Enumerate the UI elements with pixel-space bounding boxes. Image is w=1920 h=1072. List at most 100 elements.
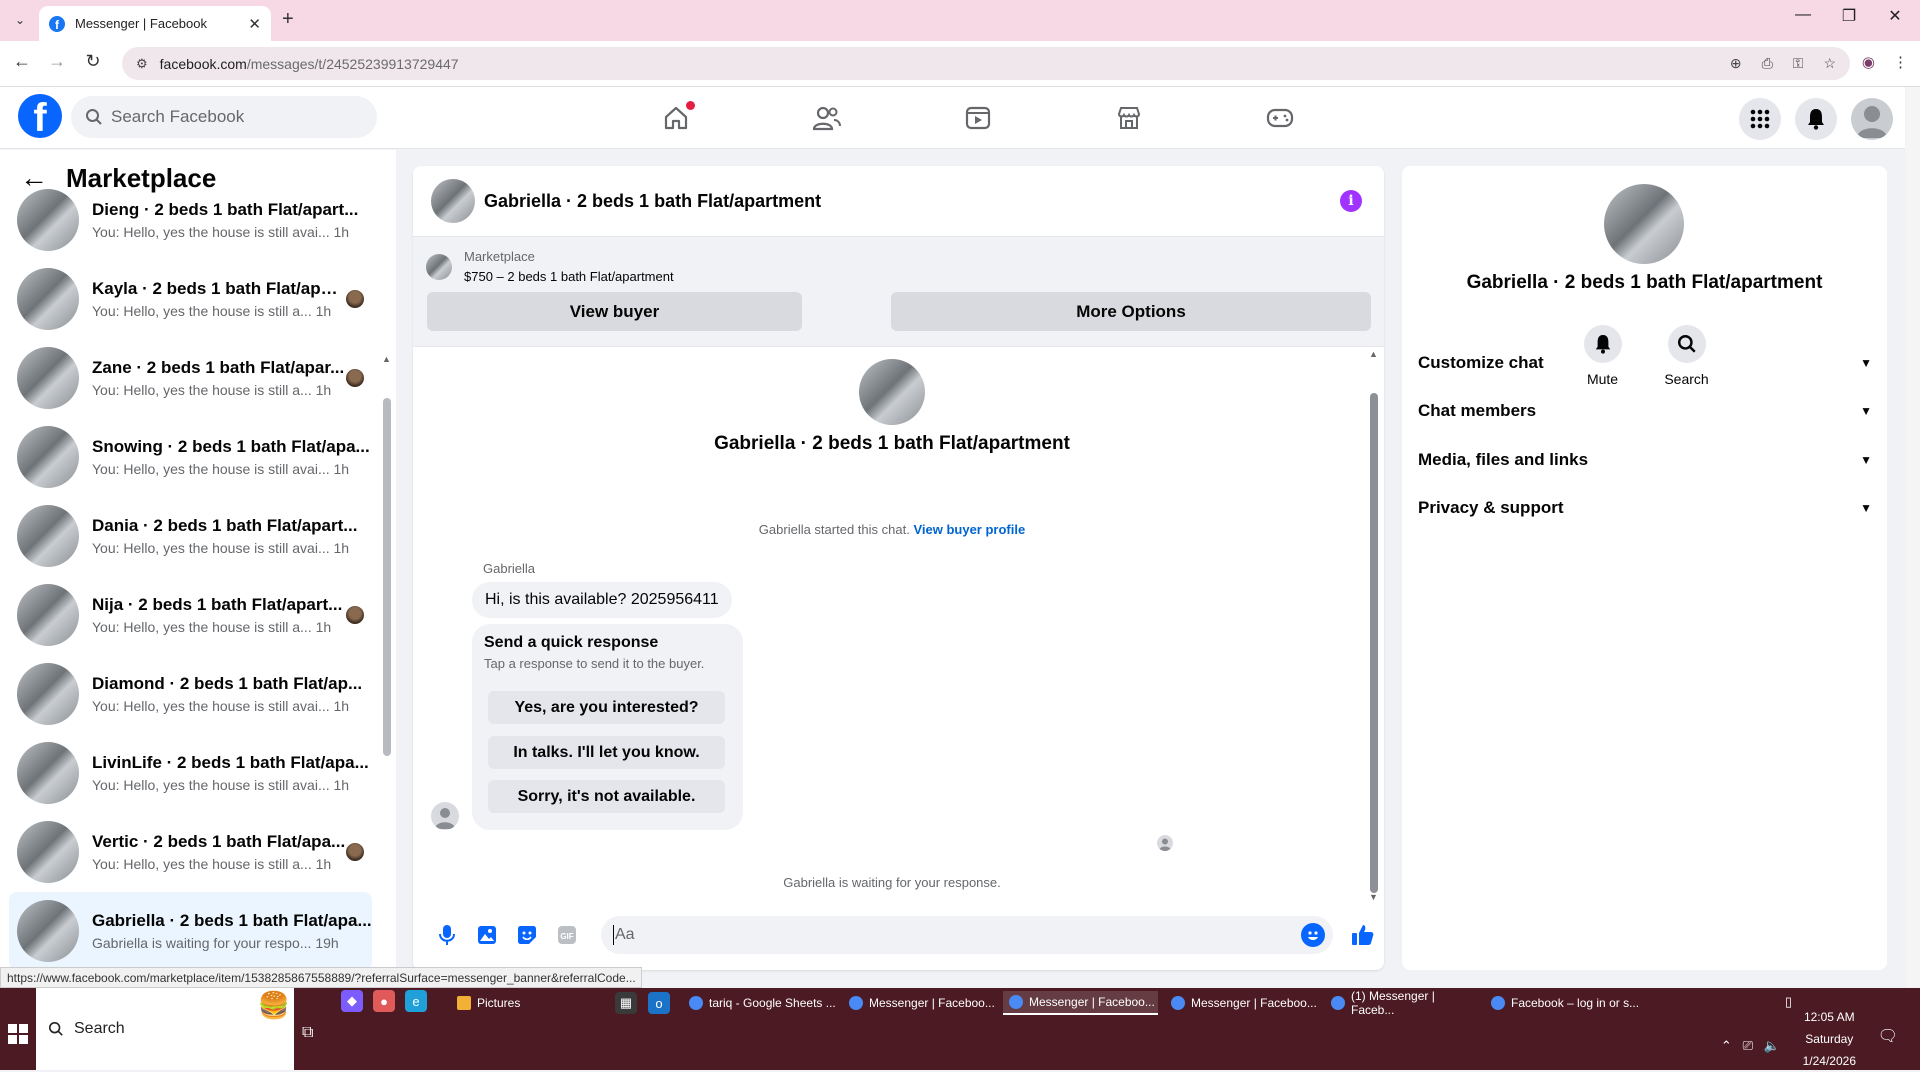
bookmark-star-icon[interactable]: ☆	[1823, 55, 1836, 72]
listing-thumbnail	[17, 663, 79, 725]
page-scrollbar[interactable]	[1906, 87, 1920, 987]
store-icon[interactable]: ▦	[615, 992, 637, 1014]
conversation-item[interactable]: Dania · 2 beds 1 bath Flat/apart... You: …	[9, 497, 372, 575]
outlook-icon[interactable]: o	[648, 992, 670, 1014]
attach-photo-button[interactable]	[467, 917, 507, 953]
browser-tab[interactable]: f Messenger | Facebook ✕	[39, 6, 271, 41]
system-tray[interactable]: ⌃ ⎚ 🔈	[1721, 1038, 1780, 1054]
chat-members-section[interactable]: Chat members ▼	[1418, 401, 1872, 421]
copilot-icon[interactable]: ◆	[341, 990, 363, 1012]
emoji-button[interactable]	[1301, 923, 1325, 947]
conversation-name: Diamond · 2 beds 1 bath Flat/ap...	[92, 674, 363, 693]
taskbar-app-label: Messenger | Faceboo...	[869, 996, 995, 1010]
notification-center-icon[interactable]: 🗨	[1878, 1026, 1898, 1046]
taskbar-app[interactable]: tariq - Google Sheets ...	[683, 991, 838, 1015]
forward-button[interactable]: →	[44, 51, 70, 72]
listing-thumbnail	[17, 347, 79, 409]
taskbar-search[interactable]: Search 🍔	[36, 988, 294, 1070]
menu-kebab-icon[interactable]: ⋮	[1893, 53, 1908, 71]
quick-response-card: Send a quick response Tap a response to …	[472, 624, 743, 830]
emoji-icon	[1308, 931, 1318, 940]
conversation-item[interactable]: Kayla · 2 beds 1 bath Flat/apar... You: H…	[9, 260, 372, 338]
task-view-icon[interactable]: ⧉	[302, 1024, 313, 1042]
conversation-item[interactable]: Vertic · 2 beds 1 bath Flat/apa... You: H…	[9, 813, 372, 891]
facebook-search-input[interactable]: Search Facebook	[71, 96, 377, 138]
back-button[interactable]: ←	[9, 51, 35, 72]
install-app-icon[interactable]: ⎙	[1762, 55, 1773, 72]
privacy-support-section[interactable]: Privacy & support ▼	[1418, 498, 1872, 518]
taskbar-app[interactable]: (1) Messenger | Faceb...	[1325, 989, 1480, 1017]
menu-button[interactable]	[1739, 98, 1781, 140]
taskbar-app[interactable]: Pictures	[451, 991, 599, 1015]
start-button[interactable]	[8, 1024, 28, 1044]
details-thumbnail[interactable]	[1604, 184, 1684, 264]
conversation-info-icon[interactable]: i	[1340, 190, 1362, 212]
chat-title[interactable]: Gabriella · 2 beds 1 bath Flat/apartment	[484, 191, 821, 212]
tab-search-dropdown[interactable]: ⌄	[7, 8, 33, 32]
conversation-item[interactable]: Snowing · 2 beds 1 bath Flat/apa... You: …	[9, 418, 372, 496]
voice-clip-button[interactable]	[427, 917, 467, 953]
mute-label: Mute	[1586, 371, 1619, 387]
media-files-links-section[interactable]: Media, files and links ▼	[1418, 450, 1872, 470]
conversation-item[interactable]: Diamond · 2 beds 1 bath Flat/ap... You: H…	[9, 655, 372, 733]
close-window-button[interactable]: ✕	[1872, 6, 1918, 26]
restore-button[interactable]: ❐	[1826, 6, 1872, 26]
conversation-item[interactable]: Dieng · 2 beds 1 bath Flat/apart... You: …	[9, 181, 372, 259]
edge-icon[interactable]: e	[405, 990, 427, 1012]
notifications-button[interactable]	[1795, 98, 1837, 140]
url-path: /messages/t/24525239913729447	[246, 55, 459, 72]
taskbar-app-active[interactable]: Messenger | Faceboo...	[1003, 991, 1158, 1015]
quick-response-option[interactable]: Yes, are you interested?	[488, 691, 725, 724]
message-input[interactable]: Aa	[601, 916, 1333, 954]
minimize-button[interactable]: —	[1780, 6, 1826, 24]
chat-scroll-up[interactable]: ▲	[1369, 349, 1378, 359]
nav-home[interactable]	[600, 87, 751, 149]
sidebar-scroll-up[interactable]: ▲	[382, 354, 391, 364]
details-title: Gabriella · 2 beds 1 bath Flat/apartment	[1466, 272, 1823, 293]
listing-price-title[interactable]: $750 – 2 beds 1 bath Flat/apartment	[464, 267, 674, 287]
conversation-item-active[interactable]: Gabriella · 2 beds 1 bath Flat/apa... Gab…	[9, 892, 372, 970]
chat-scrollbar[interactable]	[1370, 393, 1378, 893]
close-tab-icon[interactable]: ✕	[248, 15, 261, 33]
sender-avatar[interactable]	[431, 802, 459, 830]
taskbar-app[interactable]: Messenger | Faceboo...	[843, 991, 998, 1015]
facebook-logo-icon[interactable]: f	[18, 94, 62, 138]
listing-thumbnail[interactable]	[426, 254, 452, 280]
nav-video[interactable]	[902, 87, 1053, 149]
customize-chat-section[interactable]: Customize chat ▼	[1418, 353, 1872, 373]
view-buyer-button[interactable]: View buyer	[427, 292, 802, 331]
pinned-app-icon[interactable]: ●	[373, 990, 395, 1012]
taskbar-app[interactable]: Messenger | Faceboo...	[1165, 991, 1320, 1015]
nav-gaming[interactable]	[1204, 87, 1355, 149]
chat-thumbnail[interactable]	[431, 179, 475, 223]
phone-link-icon[interactable]: ▯	[1785, 994, 1792, 1010]
conversation-name: Vertic · 2 beds 1 bath Flat/apa...	[92, 832, 346, 851]
conversation-item[interactable]: LivinLife · 2 beds 1 bath Flat/apa... You…	[9, 734, 372, 812]
conversation-item[interactable]: Nija · 2 beds 1 bath Flat/apart... You: H…	[9, 576, 372, 654]
send-like-button[interactable]	[1343, 917, 1383, 953]
chrome-icon	[689, 996, 703, 1010]
taskbar-clock[interactable]: 12:05 AM Saturday 1/24/2026	[1803, 1006, 1856, 1072]
password-key-icon[interactable]: ⚿	[1793, 55, 1804, 72]
listing-thumbnail	[17, 742, 79, 804]
taskbar-app[interactable]: Facebook – log in or s...	[1485, 991, 1640, 1015]
chat-scroll-down[interactable]: ▼	[1369, 892, 1378, 902]
conversation-item[interactable]: Zane · 2 beds 1 bath Flat/apar... You: He…	[9, 339, 372, 417]
zoom-icon[interactable]: ⊕	[1730, 55, 1742, 72]
address-bar[interactable]: ⚙ facebook.com/messages/t/24525239913729…	[122, 47, 1850, 80]
reload-button[interactable]: ↻	[80, 51, 106, 72]
sticker-button[interactable]	[507, 917, 547, 953]
view-buyer-profile-link[interactable]: View buyer profile	[913, 522, 1025, 537]
sidebar-scrollbar[interactable]	[383, 398, 391, 756]
nav-marketplace[interactable]	[1053, 87, 1204, 149]
quick-response-option[interactable]: Sorry, it's not available.	[488, 780, 725, 813]
site-info-icon[interactable]: ⚙	[136, 56, 148, 72]
message-bubble[interactable]: Hi, is this available? 2025956411	[472, 582, 732, 618]
new-tab-button[interactable]: +	[282, 8, 294, 31]
more-options-button[interactable]: More Options	[891, 292, 1371, 331]
quick-response-option[interactable]: In talks. I'll let you know.	[488, 736, 725, 769]
nav-friends[interactable]	[751, 87, 902, 149]
account-avatar[interactable]	[1851, 98, 1893, 140]
profile-icon[interactable]: ◉	[1862, 53, 1875, 71]
gif-button[interactable]: GIF	[547, 917, 587, 953]
